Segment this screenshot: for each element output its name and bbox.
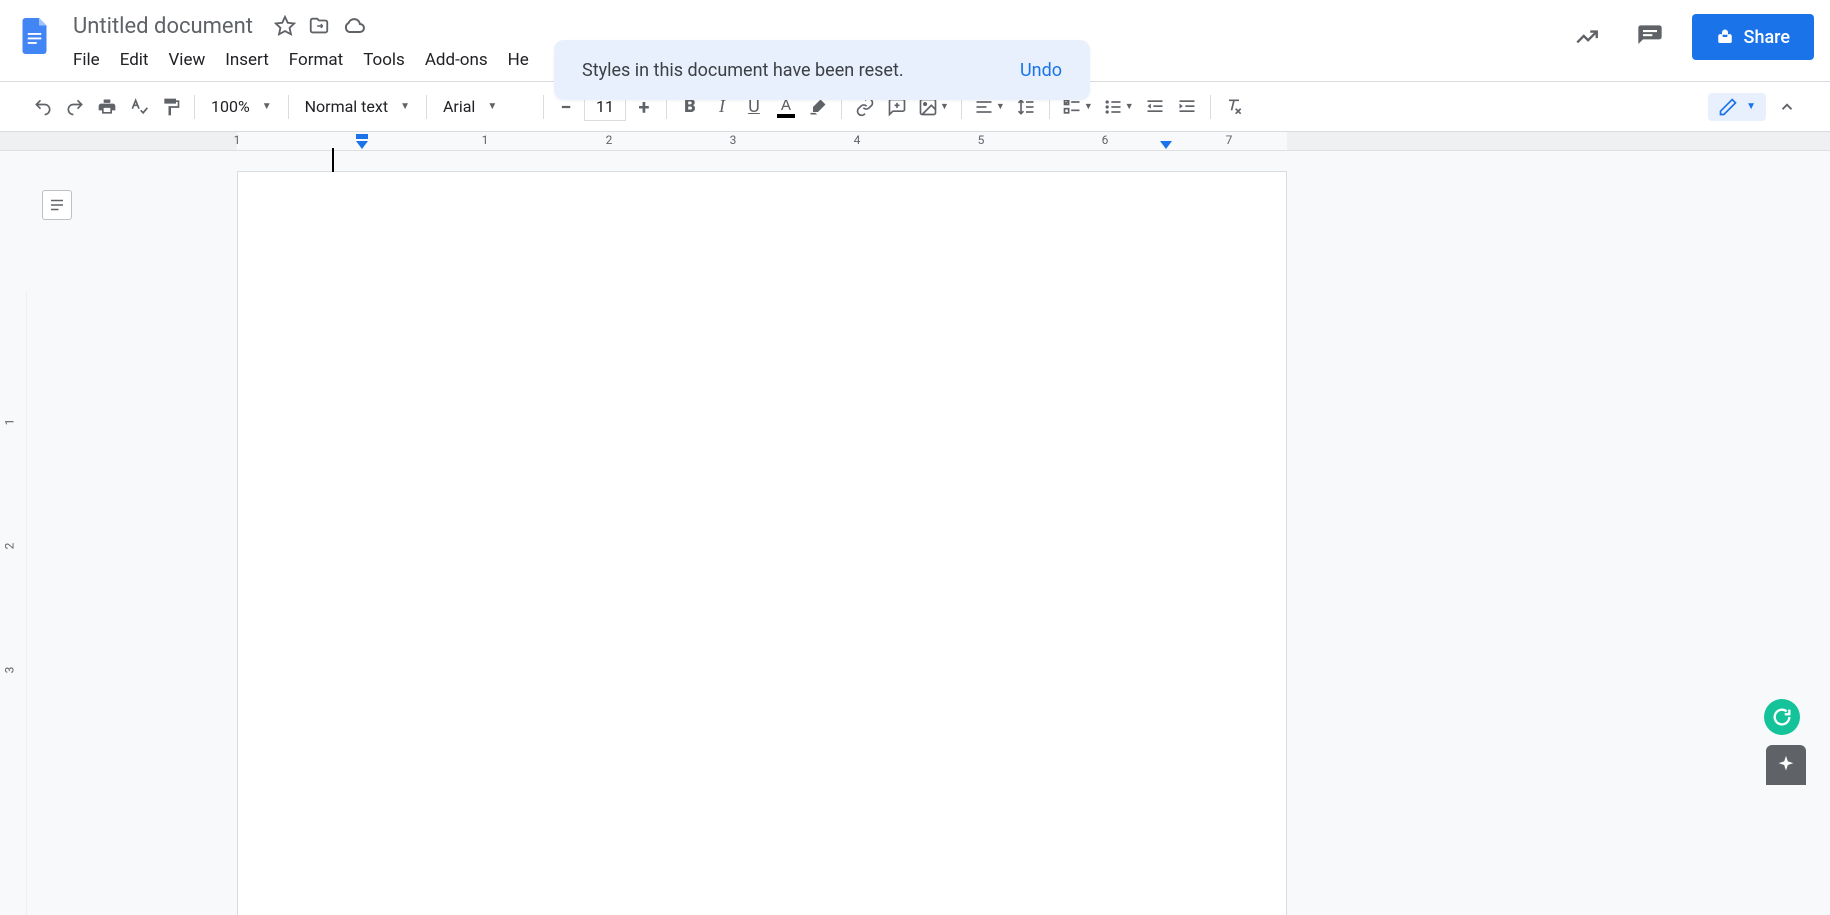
horizontal-ruler[interactable]: 1 1 2 3 4 5 6 7 [0, 132, 1830, 151]
chevron-down-icon: ▼ [1746, 101, 1756, 112]
separator [288, 95, 289, 119]
right-indent[interactable] [1160, 141, 1172, 149]
spellcheck-button[interactable] [124, 92, 154, 122]
left-indent[interactable] [356, 141, 368, 149]
clear-formatting-button[interactable] [1219, 92, 1249, 122]
chevron-down-icon: ▼ [487, 101, 497, 112]
docs-logo[interactable] [16, 16, 56, 56]
collapse-toolbar-button[interactable] [1772, 92, 1802, 122]
ruler-mark: 3 [730, 133, 737, 147]
ruler-mark: 1 [482, 133, 489, 147]
bulleted-list-button[interactable]: ▼ [1099, 92, 1138, 122]
ruler-right-shade [1287, 132, 1830, 150]
comments-icon[interactable] [1628, 15, 1672, 59]
separator [543, 95, 544, 119]
explore-button[interactable] [1766, 745, 1806, 785]
share-button[interactable]: Share [1692, 14, 1814, 60]
vruler-mark: 2 [2, 543, 16, 550]
ruler-mark: 7 [1226, 133, 1233, 147]
separator [1210, 95, 1211, 119]
menu-bar: File Edit View Insert Format Tools Add-o… [64, 46, 538, 74]
separator [194, 95, 195, 119]
menu-format[interactable]: Format [280, 46, 352, 74]
vertical-ruler[interactable]: 1 2 3 [0, 291, 27, 915]
ruler-mark: 5 [978, 133, 985, 147]
notification-toast: Styles in this document have been reset.… [554, 40, 1090, 100]
toolbar-right: ▼ [1708, 92, 1802, 122]
text-cursor [332, 148, 334, 172]
increase-indent-button[interactable] [1172, 92, 1202, 122]
chevron-down-icon: ▼ [262, 101, 272, 112]
ruler-scale: 1 1 2 3 4 5 6 7 [237, 132, 1287, 150]
title-area: Untitled document File Edit View Insert … [64, 8, 538, 74]
ruler-mark: 6 [1102, 133, 1109, 147]
font-select[interactable]: Arial ▼ [435, 97, 535, 116]
menu-insert[interactable]: Insert [216, 46, 278, 74]
header-right: Share [1566, 14, 1814, 60]
document-page[interactable] [237, 171, 1287, 915]
page-container [27, 151, 1830, 915]
editing-mode-button[interactable]: ▼ [1708, 93, 1766, 121]
grammarly-icon[interactable] [1764, 699, 1800, 735]
print-button[interactable] [92, 92, 122, 122]
undo-button[interactable] [28, 92, 58, 122]
move-icon[interactable] [308, 15, 330, 37]
menu-help[interactable]: He [499, 46, 538, 74]
style-select[interactable]: Normal text ▼ [297, 97, 418, 116]
menu-file[interactable]: File [64, 46, 109, 74]
outline-toggle-button[interactable] [42, 190, 72, 220]
title-row: Untitled document [64, 8, 538, 44]
star-icon[interactable] [274, 15, 296, 37]
toast-message: Styles in this document have been reset. [582, 60, 1020, 81]
zoom-select[interactable]: 100% ▼ [203, 97, 280, 116]
menu-tools[interactable]: Tools [354, 46, 414, 74]
zoom-value: 100% [211, 97, 250, 116]
font-value: Arial [443, 97, 475, 116]
style-value: Normal text [305, 97, 388, 116]
vruler-mark: 3 [2, 667, 16, 674]
separator [426, 95, 427, 119]
chevron-down-icon: ▼ [400, 101, 410, 112]
menu-addons[interactable]: Add-ons [416, 46, 497, 74]
ruler-mark: 4 [854, 133, 861, 147]
ruler-mark: 1 [234, 133, 241, 147]
document-title[interactable]: Untitled document [64, 11, 262, 42]
menu-view[interactable]: View [159, 46, 214, 74]
redo-button[interactable] [60, 92, 90, 122]
decrease-indent-button[interactable] [1140, 92, 1170, 122]
activity-icon[interactable] [1566, 16, 1608, 58]
menu-edit[interactable]: Edit [111, 46, 158, 74]
toast-undo-button[interactable]: Undo [1020, 60, 1062, 81]
paint-format-button[interactable] [156, 92, 186, 122]
work-area: 1 2 3 [0, 151, 1830, 915]
cloud-status-icon[interactable] [342, 14, 366, 38]
vruler-mark: 1 [2, 419, 16, 426]
ruler-left-shade [0, 132, 237, 150]
ruler-mark: 2 [606, 133, 613, 147]
share-label: Share [1744, 27, 1790, 48]
first-line-indent[interactable] [356, 134, 368, 139]
